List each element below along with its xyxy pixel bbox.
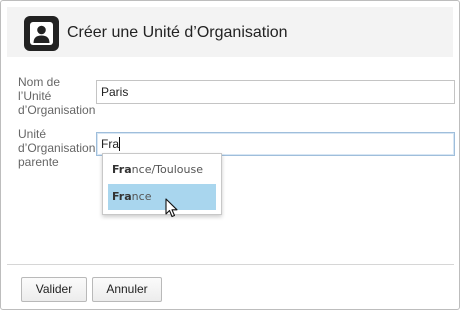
option-match: Fra xyxy=(112,163,132,176)
text-caret xyxy=(119,137,120,151)
option-match: Fra xyxy=(112,190,132,203)
footer-divider xyxy=(7,264,454,265)
valider-button[interactable]: Valider xyxy=(21,277,87,302)
autocomplete-dropdown: France/Toulouse France xyxy=(102,153,222,215)
dialog-title: Créer une Unité d’Organisation xyxy=(67,24,288,41)
mouse-pointer-icon xyxy=(165,198,179,225)
option-rest: nce/Toulouse xyxy=(131,163,203,176)
autocomplete-option-france-toulouse[interactable]: France/Toulouse xyxy=(108,157,216,183)
create-org-unit-dialog: Créer une Unité d’Organisation Nom de l’… xyxy=(0,0,460,310)
option-rest: nce xyxy=(131,190,152,203)
autocomplete-option-france[interactable]: France xyxy=(108,184,216,210)
annuler-button[interactable]: Annuler xyxy=(92,277,162,302)
user-icon xyxy=(24,16,59,51)
name-label: Nom de l’Unité d’Organisation xyxy=(18,75,96,117)
name-input[interactable] xyxy=(96,80,455,104)
dialog-header: Créer une Unité d’Organisation xyxy=(7,7,453,57)
parent-label: Unité d’Organisation parente xyxy=(18,127,96,169)
